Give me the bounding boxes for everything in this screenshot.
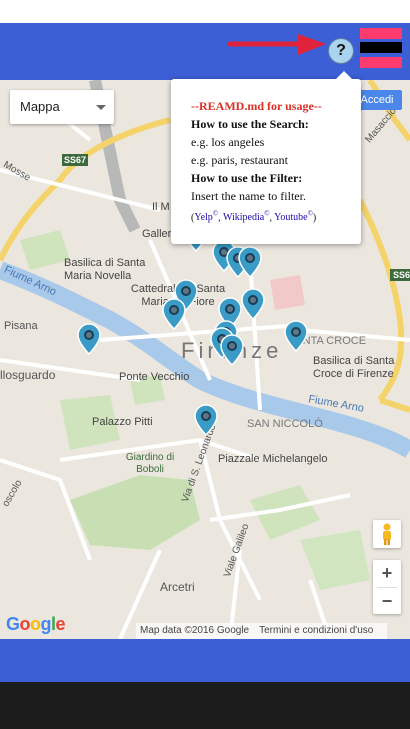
help-button[interactable]: ? <box>328 38 354 64</box>
map-label-area: llosguardo <box>0 368 56 382</box>
bottom-area <box>0 682 410 729</box>
popup-links: (Yelp©, Wikipedia©, Youtube©) <box>191 205 351 227</box>
link-youtube[interactable]: Youtube© <box>274 210 313 224</box>
menu-bar-top <box>360 28 402 39</box>
map-label-district: SAN NICCOLÒ <box>247 418 323 430</box>
link-yelp[interactable]: Yelp© <box>194 210 218 224</box>
google-logo: Google <box>6 614 66 634</box>
map-label-poi: Il M <box>152 201 170 213</box>
hamburger-menu-button[interactable] <box>360 28 402 68</box>
map-marker-icon[interactable] <box>241 288 265 320</box>
terms-link[interactable]: Termini e condizioni d'uso <box>259 625 373 636</box>
map-attribution: Map data ©2016 Google Termini e condizion… <box>136 623 388 639</box>
map-label-shield: SS67 <box>64 155 87 165</box>
menu-bar-middle <box>360 42 402 53</box>
help-button-label: ? <box>336 42 346 59</box>
chevron-down-icon <box>96 105 106 110</box>
map-label-park: Giardino di Boboli <box>125 452 175 475</box>
map-label-shield: SS6 <box>393 270 410 280</box>
paren-close: ) <box>312 212 317 224</box>
park-boboli <box>70 475 200 550</box>
street-view-pegman-icon[interactable] <box>373 520 401 548</box>
map-marker-icon[interactable] <box>77 323 101 355</box>
top-strip <box>0 0 410 23</box>
arrow-icon <box>228 34 326 55</box>
app-root: ? Basilica di Santa Maria Novella Catted… <box>0 0 410 729</box>
map-label-poi: Piazzale Michelangelo <box>218 453 328 465</box>
link-yelp-label: Yelp <box>194 212 213 224</box>
map-data-credit: Map data ©2016 Google <box>140 625 250 636</box>
footer-bar <box>0 639 410 682</box>
hospital-area <box>270 275 305 310</box>
map-marker-icon[interactable] <box>238 246 262 278</box>
link-wikipedia[interactable]: Wikipedia© <box>222 210 270 224</box>
map-label-area: Arcetri <box>160 580 195 594</box>
popup-filter-heading: How to use the Filter: <box>191 171 303 185</box>
map-label-road: Pisana <box>4 320 38 332</box>
popup-title: --REAMD.md for usage-- <box>191 99 322 113</box>
link-wikipedia-label: Wikipedia <box>222 212 265 224</box>
popup-search-example-1: e.g. los angeles <box>191 135 265 149</box>
help-popup: --REAMD.md for usage-- How to use the Se… <box>171 71 361 244</box>
map-marker-icon[interactable] <box>162 298 186 330</box>
map-label-poi: Ponte Vecchio <box>119 371 190 383</box>
zoom-out-button[interactable]: − <box>373 588 401 615</box>
map-label-poi: Palazzo Pitti <box>92 416 153 428</box>
popup-filter-text: Insert the name to filter. <box>191 189 306 203</box>
zoom-control: + − <box>373 560 401 614</box>
link-youtube-label: Youtube <box>274 212 308 224</box>
menu-bar-bottom <box>360 57 402 68</box>
map-type-select[interactable]: Mappa <box>10 90 114 124</box>
road-ring-east <box>379 397 410 413</box>
popup-search-example-2: e.g. paris, restaurant <box>191 153 288 167</box>
map-label-poi: Basilica di Santa Croce di Firenze <box>313 355 395 380</box>
map-label-poi: Galleri <box>142 228 174 240</box>
map-marker-icon[interactable] <box>220 334 244 366</box>
park-area <box>20 230 70 270</box>
map-marker-icon[interactable] <box>194 404 218 436</box>
zoom-in-button[interactable]: + <box>373 560 401 587</box>
map-marker-icon[interactable] <box>284 320 308 352</box>
map-label-poi: Basilica di Santa Maria Novella <box>64 257 146 282</box>
map-type-selected: Mappa <box>20 99 60 114</box>
popup-search-heading: How to use the Search: <box>191 117 309 131</box>
